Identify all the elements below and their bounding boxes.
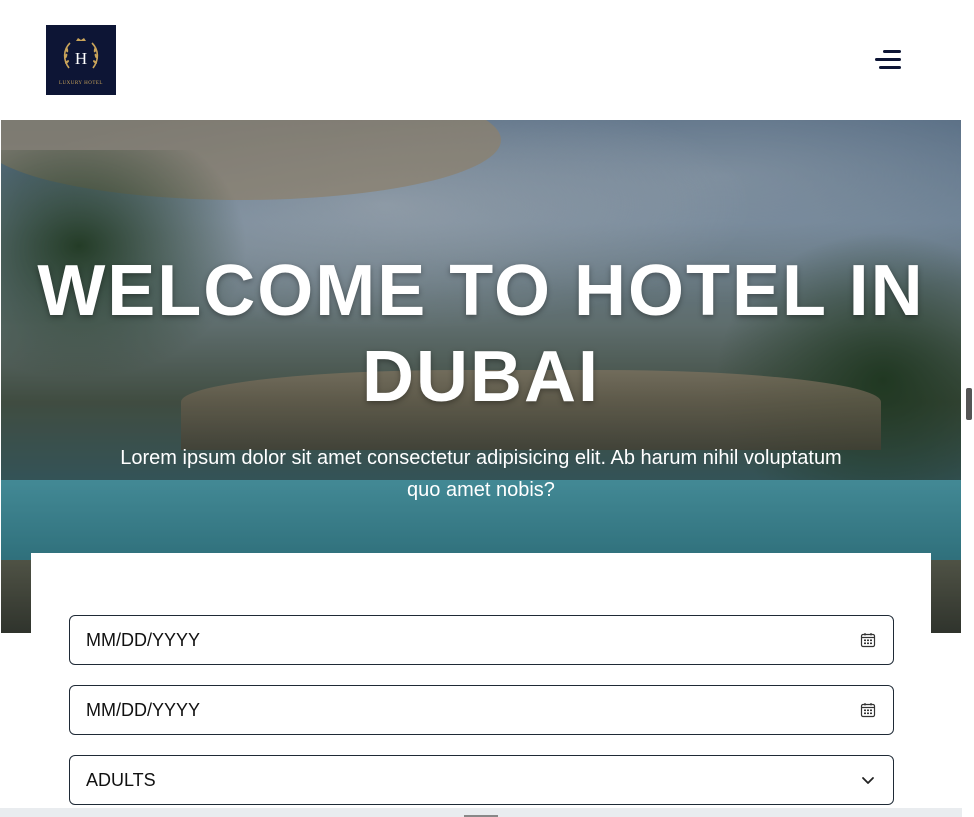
calendar-icon[interactable] — [859, 701, 877, 719]
adults-select[interactable]: ADULTS — [69, 755, 894, 805]
checkin-date-input[interactable]: MM/DD/YYYY — [69, 615, 894, 665]
logo-text: LUXURY HOTEL — [58, 81, 103, 86]
hamburger-menu-icon[interactable] — [874, 46, 904, 74]
hero-subtitle: Lorem ipsum dolor sit amet consectetur a… — [120, 447, 842, 501]
scrollbar-thumb[interactable] — [966, 388, 972, 420]
site-header: H LUXURY HOTEL — [0, 0, 962, 120]
checkout-date-value: MM/DD/YYYY — [86, 699, 201, 720]
logo-letter: H — [75, 49, 87, 68]
hero-title: WELCOME TO HOTEL IN DUBAI — [37, 251, 925, 417]
adults-select-value: ADULTS — [86, 769, 156, 790]
booking-form: MM/DD/YYYY MM/DD/YYYY ADULTS — [31, 553, 931, 817]
checkout-date-input[interactable]: MM/DD/YYYY — [69, 685, 894, 735]
laurel-crest-icon: H — [63, 38, 99, 69]
checkin-date-value: MM/DD/YYYY — [86, 629, 201, 650]
hotel-logo[interactable]: H LUXURY HOTEL — [46, 25, 116, 95]
chevron-down-icon — [859, 771, 877, 789]
calendar-icon[interactable] — [859, 631, 877, 649]
